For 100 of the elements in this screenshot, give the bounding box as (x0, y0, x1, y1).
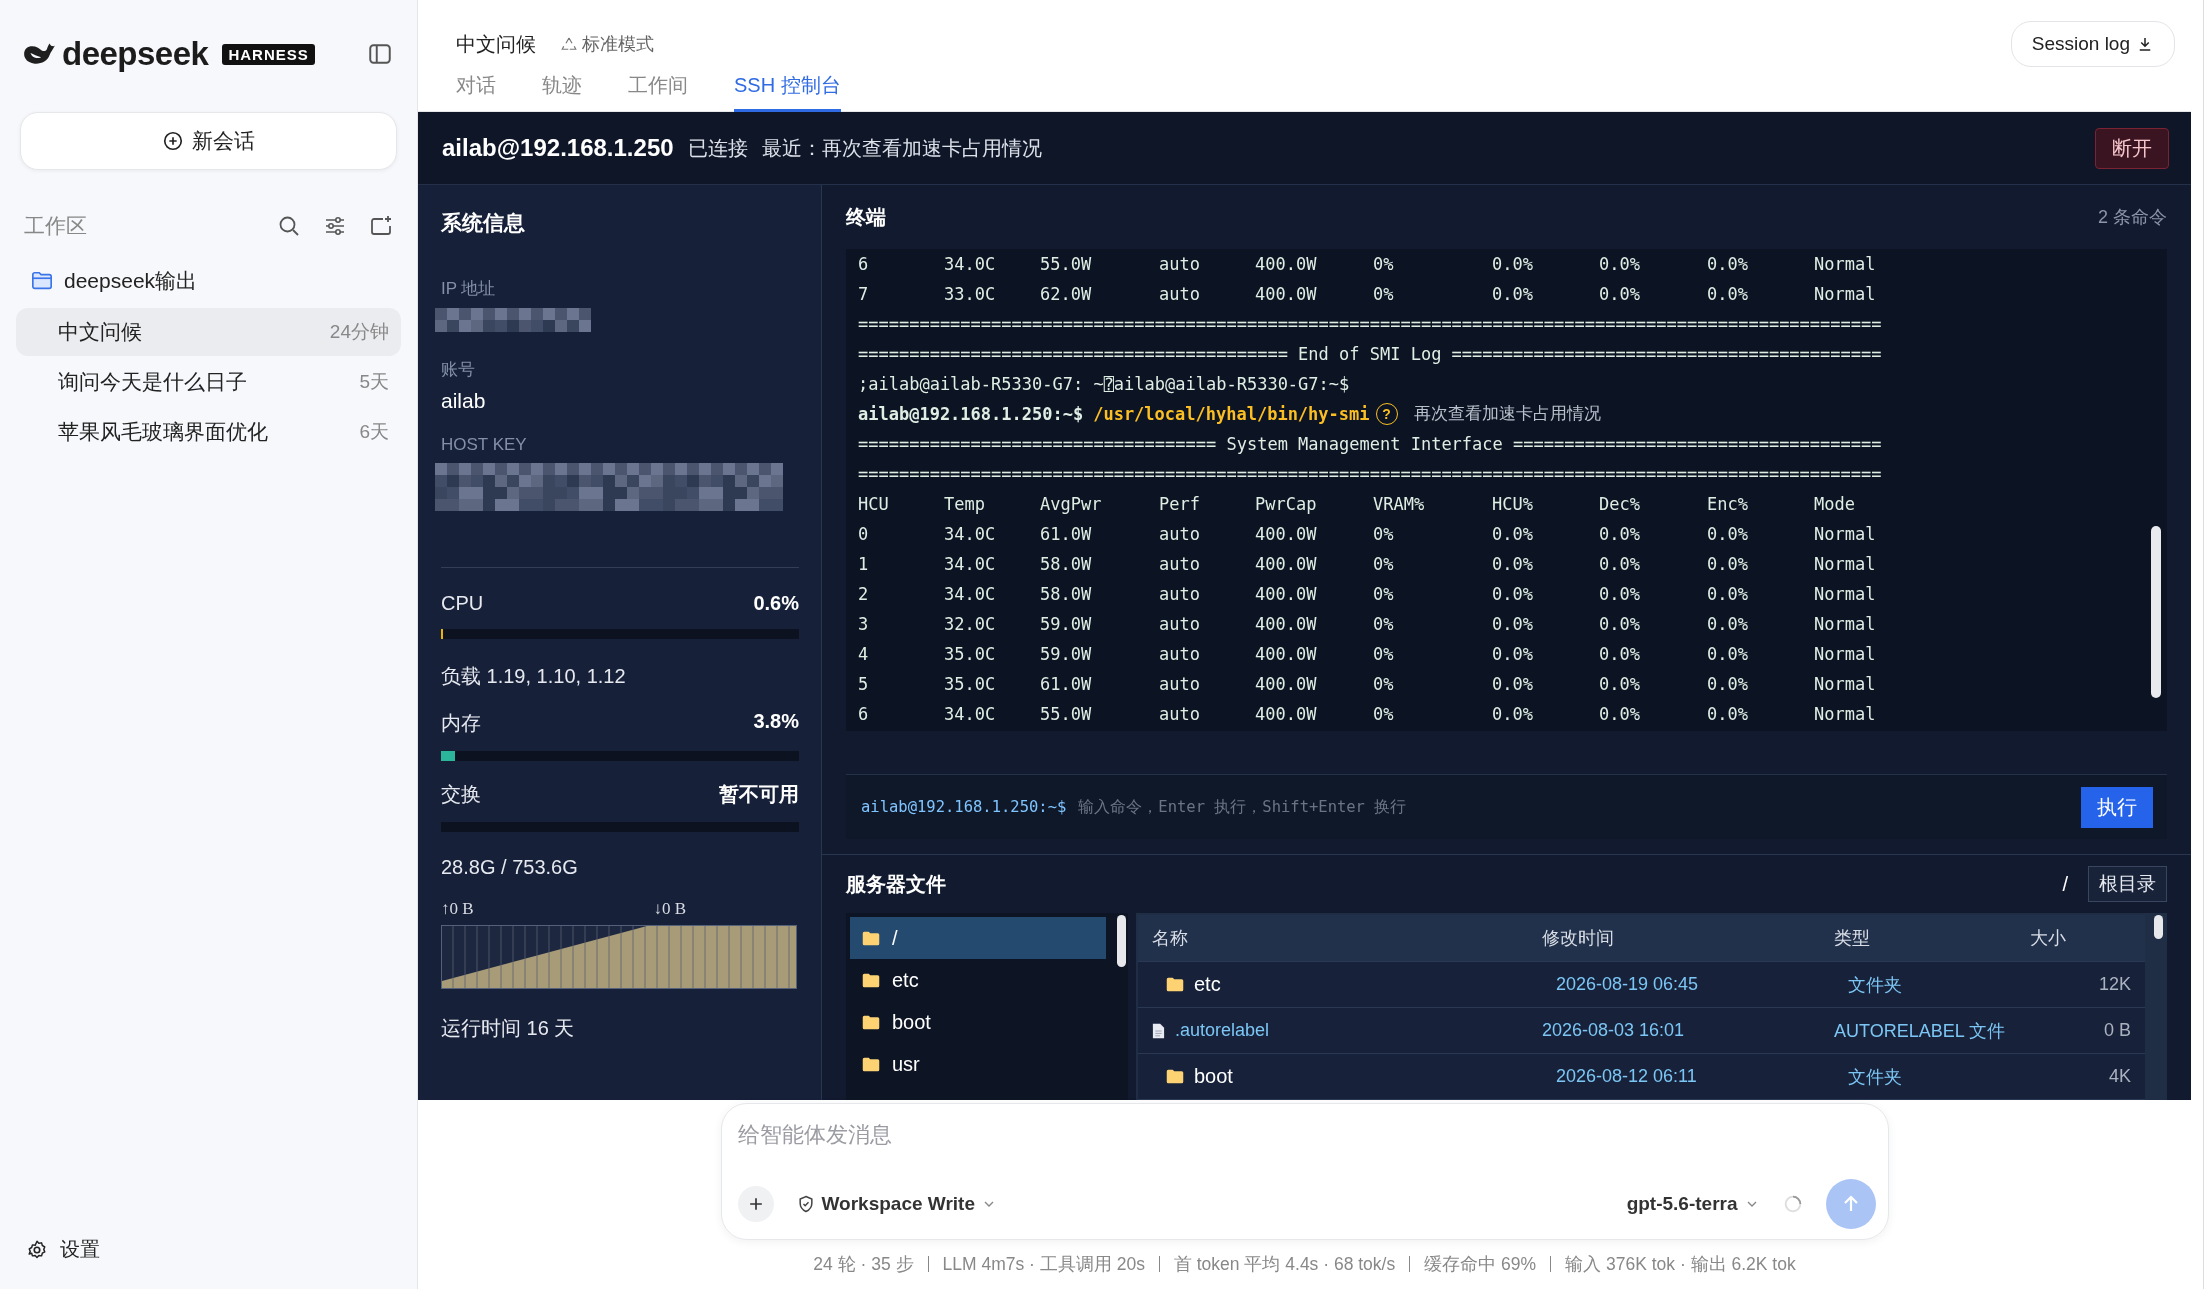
conversation-title: 询问今天是什么日子 (58, 369, 247, 395)
conversation-time: 24分钟 (329, 320, 389, 344)
settings-icon (26, 1238, 48, 1261)
search-icon[interactable] (277, 214, 301, 238)
conversation-title: 苹果风毛玻璃界面优化 (58, 419, 268, 445)
column-header: 大小 (2030, 927, 2067, 950)
meter-note: 负载 1.19, 1.10, 1.12 (441, 664, 627, 689)
file-type: AUTORELABEL 文件 (1834, 1019, 2007, 1043)
tree-item[interactable]: etc (850, 959, 1106, 1001)
usage-stat: 24 轮 · 35 步 (813, 1253, 914, 1276)
run-button[interactable]: 执行 (2081, 786, 2153, 828)
settings-button[interactable]: 设置 (16, 1236, 110, 1263)
conversation-time: 6天 (359, 420, 389, 444)
file-name: boot (1194, 1065, 1233, 1088)
file-name: etc (1194, 973, 1221, 996)
command-count: 2 条命令 (2098, 206, 2167, 229)
sidebar-toggle-icon[interactable] (367, 41, 393, 67)
upload-rate: ↑0 B (441, 899, 474, 919)
column-header: 修改时间 (1542, 927, 1615, 950)
folder-icon (862, 1014, 880, 1030)
file-type: 文件夹 (1848, 1065, 1903, 1089)
new-chat-button[interactable]: 新会话 (20, 112, 397, 170)
tree-item[interactable]: / (850, 917, 1106, 959)
plus-circle-icon (162, 130, 184, 152)
meter-note: 28.8G / 753.6G (441, 856, 579, 879)
conversation-item[interactable]: 中文问候 24分钟 (16, 308, 401, 356)
session-log-button[interactable]: Session log (2010, 21, 2175, 67)
attach-button[interactable] (737, 1186, 774, 1222)
file-row[interactable]: .autorelabel 2026-08-03 16:01 AUTORELABEL 文件 0 B (1138, 1008, 2145, 1054)
command-note: 再次查看加速卡占用情况 (1413, 403, 1601, 425)
new-folder-icon[interactable] (369, 214, 393, 238)
document-icon (1152, 1022, 1165, 1039)
account-value: ailab (441, 389, 487, 413)
tree-item[interactable]: boot (850, 1001, 1106, 1043)
download-rate: ↓0 B (653, 899, 687, 919)
meter-value: 暂不可用 (719, 782, 799, 807)
filter-icon[interactable] (323, 214, 347, 238)
section-title: 服务器文件 (846, 871, 946, 897)
folder-icon (862, 972, 880, 988)
file-row[interactable]: boot 2026-08-12 06:11 文件夹 4K (1138, 1054, 2145, 1100)
terminal-line: 3 32.0C 59.0W auto 400.0W 0% 0.0% 0.0% 0.0% Normal (858, 613, 1876, 636)
usage-stat: LLM 4m7s · 工具调用 20s (942, 1253, 1145, 1276)
modified-time: 2026-08-12 06:11 (1556, 1066, 1698, 1087)
scrollbar-thumb[interactable] (2151, 526, 2161, 698)
terminal-line: 6 34.0C 55.0W auto 400.0W 0% 0.0% 0.0% 0.0% Normal (858, 253, 1876, 276)
field-label: 账号 (441, 359, 476, 381)
file-size: 0 B (2102, 1020, 2131, 1041)
terminal-line: 0 34.0C 61.0W auto 400.0W 0% 0.0% 0.0% 0.0% Normal (858, 523, 1876, 546)
conversation-time: 5天 (359, 370, 389, 394)
terminal-line: 5 35.0C 61.0W auto 400.0W 0% 0.0% 0.0% 0.0% Normal (858, 673, 1876, 696)
conversation-item[interactable]: 询问今天是什么日子 5天 (16, 358, 401, 406)
conversation-title: 中文问候 (456, 31, 536, 57)
root-directory-button[interactable]: 根目录 (2088, 866, 2167, 902)
logo-wordmark: deepseek (62, 35, 209, 73)
meter-label: CPU (441, 592, 484, 615)
column-header: 类型 (1834, 927, 1871, 950)
terminal-line: 6 34.0C 55.0W auto 400.0W 0% 0.0% 0.0% 0.0% Normal (858, 703, 1876, 726)
workspace-folder[interactable]: deepseek输出 (16, 256, 401, 306)
input-prompt: ailab@192.168.1.250:~$ (861, 798, 1067, 816)
folder-icon (862, 930, 880, 946)
current-path: / (2062, 872, 2068, 896)
file-type: 文件夹 (1848, 973, 1903, 997)
terminal-line: 2 34.0C 58.0W auto 400.0W 0% 0.0% 0.0% 0.0% Normal (858, 583, 1876, 606)
disconnect-button[interactable]: 断开 (2095, 127, 2169, 169)
modified-time: 2026-08-19 06:45 (1556, 974, 1700, 995)
mode-text: 标准模式 (582, 33, 654, 56)
terminal-line: ==================================================================================================== (858, 313, 1882, 336)
tab[interactable]: 轨迹 (542, 66, 582, 112)
workspace-label: 工作区 (24, 213, 87, 239)
permission-dropdown[interactable]: Workspace Write (795, 1193, 997, 1215)
message-input[interactable]: 给智能体发消息 (737, 1116, 1876, 1148)
meter-value: 0.6% (753, 592, 799, 615)
field-label: HOST KEY (441, 435, 528, 455)
terminal-line: HCU Temp AvgPwr Perf PwrCap VRAM% HCU% Dec% Enc% Mode (858, 493, 1855, 516)
terminal-command: /usr/local/hyhal/bin/hy-smi (1093, 403, 1370, 426)
command-input[interactable]: ailab@192.168.1.250:~$ 输入命令，Enter 执行，Shift+Enter 换行 执行 (846, 774, 2167, 839)
terminal-line: =================================== System Management Interface ==================================== (858, 433, 1882, 456)
folder-icon (1166, 1069, 1184, 1084)
file-size: 12K (2097, 974, 2131, 995)
tab[interactable]: 对话 (456, 66, 496, 112)
folder-icon (862, 1056, 880, 1072)
file-row[interactable]: etc 2026-08-19 06:45 文件夹 12K (1138, 962, 2145, 1008)
tab[interactable]: 工作间 (628, 66, 688, 112)
file-size: 4K (2107, 1066, 2131, 1087)
terminal-line: ========================================== End of SMI Log ========================================== (858, 343, 1882, 366)
folder-icon (1166, 977, 1184, 992)
column-header: 名称 (1152, 927, 1189, 950)
terminal-line: 1 34.0C 58.0W auto 400.0W 0% 0.0% 0.0% 0.0% Normal (858, 553, 1876, 576)
terminal-line: ==================================================================================================== (858, 463, 1882, 486)
conversation-title: 中文问候 (58, 319, 142, 345)
terminal-line: ;ailab@ailab-R5330-G7: ~⍰ailab@ailab-R5330-G7:~$ (858, 373, 1350, 396)
meter-value: 3.8% (753, 710, 799, 734)
model-dropdown[interactable]: gpt-5.6-terra (1626, 1193, 1760, 1215)
conversation-item[interactable]: 苹果风毛玻璃界面优化 6天 (16, 408, 401, 456)
file-name: .autorelabel (1175, 1020, 1270, 1041)
logo-badge: HARNESS (222, 43, 315, 65)
scrollbar-thumb[interactable] (2154, 915, 2163, 939)
terminal-line: 7 33.0C 62.0W auto 400.0W 0% 0.0% 0.0% 0.0% Normal (858, 283, 1876, 306)
tree-item[interactable]: usr (850, 1043, 1106, 1085)
scrollbar-thumb[interactable] (1117, 915, 1126, 967)
